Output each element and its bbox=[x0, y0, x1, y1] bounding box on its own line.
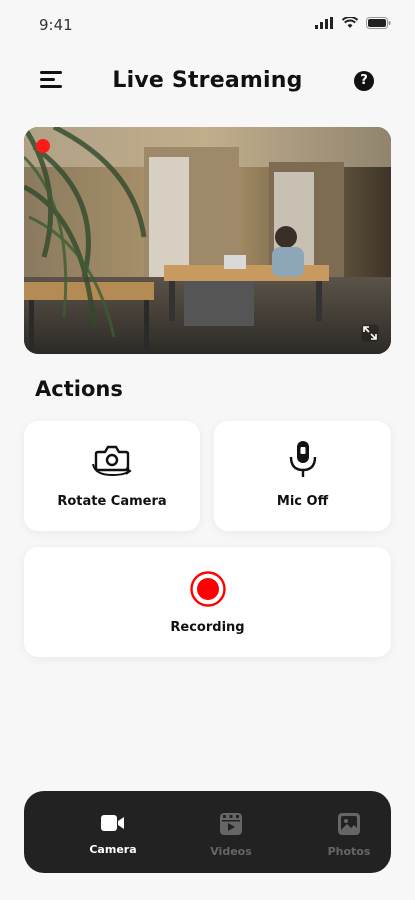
nav-label-photos: Photos bbox=[327, 845, 371, 858]
nav-item-camera[interactable]: Camera bbox=[78, 813, 148, 856]
nav-label-videos: Videos bbox=[210, 845, 252, 858]
video-camera-icon bbox=[101, 815, 124, 831]
wifi-icon bbox=[342, 17, 358, 28]
expand-icon[interactable] bbox=[361, 324, 379, 342]
help-circle-icon[interactable]: ? bbox=[354, 71, 374, 91]
nav-label-camera: Camera bbox=[89, 843, 137, 856]
bottom-nav: Camera Videos Photos bbox=[24, 791, 391, 873]
mic-off-button[interactable]: Mic Off bbox=[214, 421, 391, 531]
status-bar: 9:41 bbox=[0, 0, 415, 50]
header: Live Streaming ? bbox=[0, 62, 415, 102]
page-title: Live Streaming bbox=[112, 68, 303, 93]
signal-icon bbox=[315, 17, 333, 29]
rotate-camera-button[interactable]: Rotate Camera bbox=[24, 421, 200, 531]
rotate-camera-icon bbox=[92, 445, 132, 477]
recording-label: Recording bbox=[170, 620, 245, 635]
nav-item-photos[interactable]: Photos bbox=[314, 813, 384, 858]
record-icon bbox=[189, 571, 226, 607]
actions-title: Actions bbox=[35, 377, 123, 401]
battery-icon bbox=[366, 17, 391, 29]
status-time: 9:41 bbox=[39, 16, 73, 34]
mic-off-label: Mic Off bbox=[276, 494, 329, 509]
camera-preview[interactable] bbox=[24, 127, 391, 354]
rotate-camera-label: Rotate Camera bbox=[57, 494, 167, 509]
nav-item-videos[interactable]: Videos bbox=[196, 813, 266, 858]
status-icons bbox=[315, 17, 391, 29]
microphone-icon bbox=[289, 441, 316, 477]
recording-button[interactable]: Recording bbox=[24, 547, 391, 657]
recording-dot bbox=[36, 139, 50, 153]
film-icon bbox=[220, 813, 242, 835]
camera-feed-image bbox=[24, 127, 391, 354]
image-icon bbox=[338, 813, 360, 835]
